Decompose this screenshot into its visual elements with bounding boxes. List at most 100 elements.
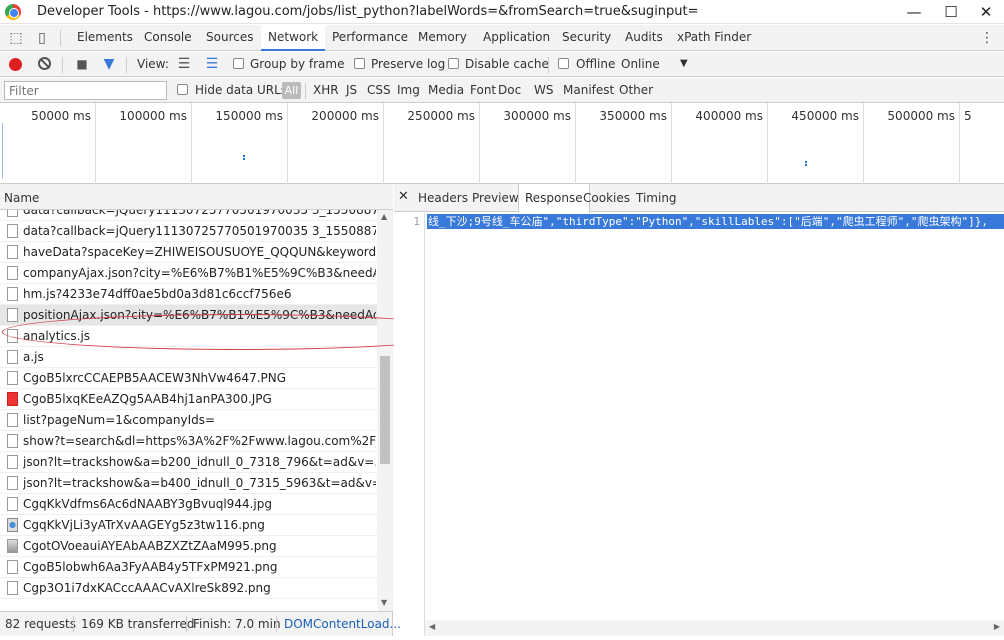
- request-row[interactable]: hm.js?4233e74dff0ae5bd0a3d81c6ccf756e6: [0, 284, 377, 305]
- request-row[interactable]: a.js: [0, 347, 377, 368]
- request-row[interactable]: CgqKkVdfms6Ac6dNAABY3gBvuql944.jpg: [0, 494, 377, 515]
- request-row[interactable]: Cgp3O1i7dxKACccAAACvAXlreSk892.png: [0, 578, 377, 599]
- filter-type-font[interactable]: Font: [470, 83, 496, 97]
- request-count: 82 requests: [5, 617, 76, 631]
- close-window-button[interactable]: ✕: [966, 0, 1004, 24]
- timeline-tick: 50000 ms: [0, 103, 96, 184]
- request-row[interactable]: companyAjax.json?city=%E6%B7%B1%E5%9C%B3…: [0, 263, 377, 284]
- file-icon: [7, 266, 18, 280]
- scroll-left-icon[interactable]: ◀: [429, 622, 435, 631]
- request-row[interactable]: CgqKkVjLi3yATrXvAAGEYg5z3tw116.png: [0, 515, 377, 536]
- filter-type-img[interactable]: Img: [397, 83, 420, 97]
- request-row[interactable]: list?pageNum=1&companyIds=: [0, 410, 377, 431]
- request-row[interactable]: data?callback=jQuery11130725770501970035…: [0, 221, 377, 242]
- request-row[interactable]: data?callback=jQuery11130725770501970035…: [0, 210, 377, 221]
- detail-tab-headers[interactable]: Headers: [412, 184, 474, 212]
- group-by-frame-checkbox[interactable]: [233, 58, 244, 69]
- request-row[interactable]: show?t=search&dl=https%3A%2F%2Fwww.lagou…: [0, 431, 377, 452]
- response-code-line[interactable]: 线_下沙;9号线_车公庙","thirdType":"Python","skil…: [427, 214, 1004, 229]
- request-row[interactable]: positionAjax.json?city=%E6%B7%B1%E5%9C%B…: [0, 305, 377, 326]
- devtools-tabbar: ⬚ ▯ Elements Console Sources Network Perform…: [0, 25, 1004, 51]
- file-icon: [7, 308, 18, 322]
- filter-bar: Hide data URLs All XHR JS CSS Img Media FontD…: [0, 78, 1004, 103]
- screenshot-camera-icon[interactable]: ■: [70, 51, 94, 77]
- preserve-log-checkbox[interactable]: [354, 58, 365, 69]
- image-file-icon: [7, 539, 18, 553]
- request-name: show?t=search&dl=https%3A%2F%2Fwww.lagou…: [23, 434, 376, 448]
- name-column-header[interactable]: Name: [0, 184, 393, 210]
- throttling-select[interactable]: Online: [621, 57, 660, 71]
- request-row[interactable]: analytics.js: [0, 326, 377, 347]
- view-label: View:: [137, 57, 169, 71]
- request-row[interactable]: json?lt=trackshow&a=b200_idnull_0_7318_7…: [0, 452, 377, 473]
- image-file-icon: [7, 518, 18, 532]
- detail-tab-timing[interactable]: Timing: [630, 184, 683, 212]
- timeline-overview[interactable]: 50000 ms 100000 ms 150000 ms 200000 ms 25000…: [0, 103, 1004, 184]
- request-name: CgotOVoeauiAYEAbAABZXZtZAaM995.png: [23, 539, 277, 553]
- file-icon: [7, 497, 18, 511]
- request-row[interactable]: CgoB5lxrcCCAEPB5AACEW3NhVw4647.PNG: [0, 368, 377, 389]
- line-gutter: 1: [394, 213, 425, 636]
- filter-type-css[interactable]: CSS: [367, 83, 391, 97]
- request-row[interactable]: json?lt=trackshow&a=b400_idnull_0_7315_5…: [0, 473, 377, 494]
- request-name: list?pageNum=1&companyIds=: [23, 413, 216, 427]
- inspect-element-icon[interactable]: ⬚: [4, 25, 28, 51]
- tab-network[interactable]: Network: [261, 25, 326, 51]
- chrome-logo-icon: [5, 4, 21, 20]
- filter-type-doc[interactable]: Doc: [498, 83, 521, 97]
- filter-type-xhr[interactable]: XHR: [313, 83, 339, 97]
- scroll-down-icon[interactable]: ▼: [381, 598, 387, 607]
- filter-type-media[interactable]: Media: [428, 83, 464, 97]
- divider: [305, 83, 306, 99]
- scroll-up-icon[interactable]: ▲: [381, 212, 387, 221]
- throttling-dropdown-icon[interactable]: ▼: [680, 58, 688, 69]
- device-toolbar-icon[interactable]: ▯: [30, 25, 54, 51]
- request-row[interactable]: CgoB5lxqKEeAZQg5AAB4hj1anPA300.JPG: [0, 389, 377, 410]
- filter-type-js[interactable]: JS: [346, 83, 357, 97]
- record-icon[interactable]: [9, 58, 22, 71]
- offline-checkbox[interactable]: [558, 58, 569, 69]
- hide-data-urls-checkbox[interactable]: [177, 84, 188, 95]
- request-list-scrollbar[interactable]: ▲ ▼: [377, 210, 393, 611]
- filter-icon[interactable]: ▼: [97, 51, 121, 77]
- maximize-button[interactable]: ☐: [931, 0, 971, 24]
- disable-cache-checkbox[interactable]: [448, 58, 459, 69]
- tab-memory[interactable]: Memory: [411, 25, 474, 51]
- filter-all-button[interactable]: All: [282, 82, 301, 99]
- request-list: data?callback=jQuery11130725770501970035…: [0, 210, 377, 611]
- request-row[interactable]: haveData?spaceKey=ZHIWEISOUSUOYE_QQQUN&k…: [0, 242, 377, 263]
- clear-icon[interactable]: [38, 57, 51, 70]
- network-status-bar: 82 requests 169 KB transferred Finish: 7…: [0, 611, 401, 636]
- offline-label: Offline: [576, 57, 616, 71]
- timeline-tick: 100000 ms: [96, 103, 192, 184]
- divider: [73, 616, 74, 632]
- request-row[interactable]: CgotOVoeauiAYEAbAABZXZtZAaM995.png: [0, 536, 377, 557]
- tab-elements[interactable]: Elements: [70, 25, 140, 51]
- tab-xpath-finder[interactable]: xPath Finder: [670, 25, 758, 51]
- tab-audits[interactable]: Audits: [618, 25, 670, 51]
- detail-tab-cookies[interactable]: Cookies: [577, 184, 636, 212]
- network-toolbar: ■ ▼ View: ☰ ☰ Group by frame Preserve lo…: [0, 52, 1004, 77]
- close-details-icon[interactable]: ✕: [398, 189, 409, 204]
- filter-type-ws[interactable]: WS: [534, 83, 553, 97]
- file-icon: [7, 560, 18, 574]
- minimize-button[interactable]: —: [894, 0, 934, 24]
- waterfall-icon[interactable]: ☰: [200, 51, 224, 77]
- scroll-thumb[interactable]: [380, 356, 390, 464]
- filter-type-other[interactable]: Other: [619, 83, 653, 97]
- large-rows-icon[interactable]: ☰: [172, 51, 196, 77]
- more-options-icon[interactable]: ⋮: [980, 25, 994, 51]
- scroll-right-icon[interactable]: ▶: [994, 622, 1000, 631]
- detail-tab-preview[interactable]: Preview: [466, 184, 525, 212]
- tab-performance[interactable]: Performance: [325, 25, 415, 51]
- tab-sources[interactable]: Sources: [199, 25, 260, 51]
- tab-application[interactable]: Application: [476, 25, 557, 51]
- request-list-pane: Name data?callback=jQuery111307257705019…: [0, 184, 393, 611]
- tab-security[interactable]: Security: [555, 25, 618, 51]
- tab-console[interactable]: Console: [137, 25, 199, 51]
- timeline-tick-label: 100000 ms: [119, 109, 187, 123]
- request-row[interactable]: CgoB5lobwh6Aa3FyAAB4y5TFxPM921.png: [0, 557, 377, 578]
- filter-input[interactable]: [4, 81, 167, 100]
- response-hscrollbar[interactable]: ◀ ▶: [425, 620, 1004, 636]
- filter-type-manifest[interactable]: Manifest: [563, 83, 614, 97]
